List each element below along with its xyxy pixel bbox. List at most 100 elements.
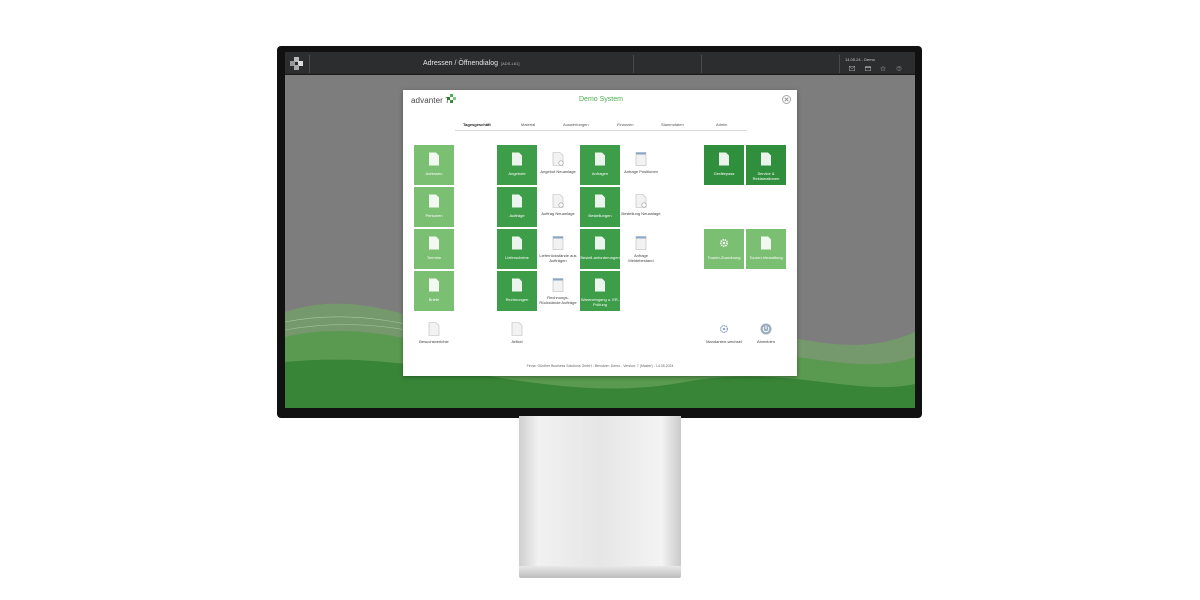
tile-label: Personen xyxy=(425,213,443,218)
tile-label: Rechnungen xyxy=(505,297,529,302)
document-icon xyxy=(595,278,605,292)
tile-label: Auftrag Neuanlage xyxy=(541,211,575,216)
calendar-icon[interactable] xyxy=(865,66,871,71)
tile-label: Termine xyxy=(426,255,442,260)
window-title-text: Adressen / Öffnendialog xyxy=(423,60,498,67)
divider xyxy=(633,55,634,73)
document-icon xyxy=(429,236,439,250)
tab-admin[interactable]: Admin xyxy=(716,122,727,127)
document-icon xyxy=(428,322,440,336)
tile-label: Lieferrückstände aus Aufträgen xyxy=(539,253,577,263)
document-icon xyxy=(719,152,729,166)
tile-auftraege[interactable]: Aufträge xyxy=(497,187,537,227)
tile-wareneingang[interactable]: Wareneingang u. ER-Prüfung xyxy=(580,271,620,311)
tile-label: Gerätepass xyxy=(713,171,735,176)
tile-label: Anfrage Meldebestand xyxy=(628,253,654,263)
tile-angebot-neuanlage[interactable]: Angebot Neuanlage xyxy=(538,145,578,185)
document-icon xyxy=(595,236,605,250)
tile-label: Bestellung Neuanlage xyxy=(621,211,661,216)
tile-label: Aufträge xyxy=(509,213,525,218)
gear-icon xyxy=(719,238,729,248)
tile-label: Lieferscheine xyxy=(505,255,529,260)
tile-termine[interactable]: Termine xyxy=(414,229,454,269)
document-icon xyxy=(512,278,522,292)
tile-rechnungen[interactable]: Rechnungen xyxy=(497,271,537,311)
tile-bestellung-neuanlage[interactable]: Bestellung Neuanlage xyxy=(621,187,661,227)
tile-label: Rechnungs-Rückstände Aufträge xyxy=(539,295,577,305)
top-bar: Adressen / Öffnendialog [ADS-L61] 14.05.2… xyxy=(285,52,915,75)
monitor-stand xyxy=(519,416,681,568)
tile-rechnungsrueckstaende[interactable]: Rechnungs-Rückstände Aufträge xyxy=(538,271,578,311)
tile-bestellungen[interactable]: Bestellungen xyxy=(580,187,620,227)
tile-label: Artikel xyxy=(511,339,523,344)
tile-label: Service & Reklamationen xyxy=(752,171,780,181)
document-icon xyxy=(595,152,605,166)
list-icon xyxy=(635,152,647,166)
tile-lieferrueckstaende[interactable]: Lieferrückstände aus Aufträgen xyxy=(538,229,578,269)
tile-angebote[interactable]: Angebote xyxy=(497,145,537,185)
list-icon xyxy=(552,236,564,250)
tile-artikel[interactable]: Artikel xyxy=(497,315,537,355)
tile-lieferscheine[interactable]: Lieferscheine xyxy=(497,229,537,269)
document-icon xyxy=(761,152,771,166)
tile-adressen[interactable]: Adressen xyxy=(414,145,454,185)
tab-finanzen[interactable]: Finanzen xyxy=(617,122,633,127)
monitor-stand-foot xyxy=(519,566,681,578)
tile-service[interactable]: Service & Reklamationen xyxy=(746,145,786,185)
tile-besuchsberichte[interactable]: Besuchsberichte xyxy=(414,315,454,355)
tab-stammdaten[interactable]: Stammdaten xyxy=(661,122,684,127)
window-title: Adressen / Öffnendialog [ADS-L61] xyxy=(423,60,519,67)
star-icon[interactable] xyxy=(880,66,886,71)
document-icon xyxy=(512,194,522,208)
tile-touren-verwaltung[interactable]: Touren-Verwaltung xyxy=(746,229,786,269)
tile-label: Bestell-anforderungen xyxy=(580,255,620,260)
tile-label: Besuchsberichte xyxy=(419,339,449,344)
status-footer: Firma: Günther Business Solutions GmbH -… xyxy=(526,364,674,368)
tile-abmelden[interactable]: Abmelden xyxy=(746,315,786,355)
document-icon xyxy=(429,152,439,166)
tile-label: Touren-Zuordnung xyxy=(707,255,741,260)
list-icon xyxy=(552,278,564,292)
logo-icon[interactable] xyxy=(290,57,303,70)
document-icon xyxy=(761,236,771,250)
tab-bar: Tagesgeschäft Material Auswertungen Fina… xyxy=(455,122,747,131)
help-icon[interactable] xyxy=(896,66,902,71)
main-dialog: advanter 7 Demo System Tagesgeschäft Mat… xyxy=(403,90,797,376)
tab-tagesgeschaeft[interactable]: Tagesgeschäft xyxy=(463,122,491,127)
tile-mandantenwechsel[interactable]: Mandanten-wechsel xyxy=(704,315,744,355)
new-document-icon xyxy=(635,194,647,208)
tile-anfrage-positionen[interactable]: Anfrage Positionen xyxy=(621,145,661,185)
mail-icon[interactable] xyxy=(849,66,855,71)
tile-touren-zuordnung[interactable]: Touren-Zuordnung xyxy=(704,229,744,269)
tile-geraetepass[interactable]: Gerätepass xyxy=(704,145,744,185)
user-info: 14.05.24 - Demo xyxy=(845,57,875,62)
power-icon xyxy=(760,323,772,335)
brand-name: advanter 7 xyxy=(411,96,450,105)
document-icon xyxy=(512,236,522,250)
tile-label: Bestellungen xyxy=(588,213,612,218)
document-icon xyxy=(595,194,605,208)
tile-bestellanforderungen[interactable]: Bestell-anforderungen xyxy=(580,229,620,269)
tile-label: Abmelden xyxy=(756,339,775,344)
tab-material[interactable]: Material xyxy=(521,122,535,127)
tile-label: Angebote xyxy=(508,171,526,176)
tile-briefe[interactable]: Briefe xyxy=(414,271,454,311)
tile-label: Wareneingang u. ER-Prüfung xyxy=(580,297,620,307)
tile-anfrage-meldebestand[interactable]: Anfrage Meldebestand xyxy=(621,229,661,269)
document-icon xyxy=(429,278,439,292)
window-code: [ADS-L61] xyxy=(500,61,520,66)
close-icon[interactable] xyxy=(782,95,791,104)
tile-anfragen[interactable]: Anfragen xyxy=(580,145,620,185)
document-icon xyxy=(511,322,523,336)
tile-label: Mandanten-wechsel xyxy=(706,339,742,344)
gear-icon xyxy=(719,324,729,334)
new-document-icon xyxy=(552,152,564,166)
tile-personen[interactable]: Personen xyxy=(414,187,454,227)
document-icon xyxy=(429,194,439,208)
tile-label: Briefe xyxy=(428,297,440,302)
tab-auswertungen[interactable]: Auswertungen xyxy=(563,122,589,127)
system-name: Demo System xyxy=(579,96,623,103)
new-document-icon xyxy=(552,194,564,208)
tile-auftrag-neuanlage[interactable]: Auftrag Neuanlage xyxy=(538,187,578,227)
tile-label: Angebot Neuanlage xyxy=(540,169,576,174)
